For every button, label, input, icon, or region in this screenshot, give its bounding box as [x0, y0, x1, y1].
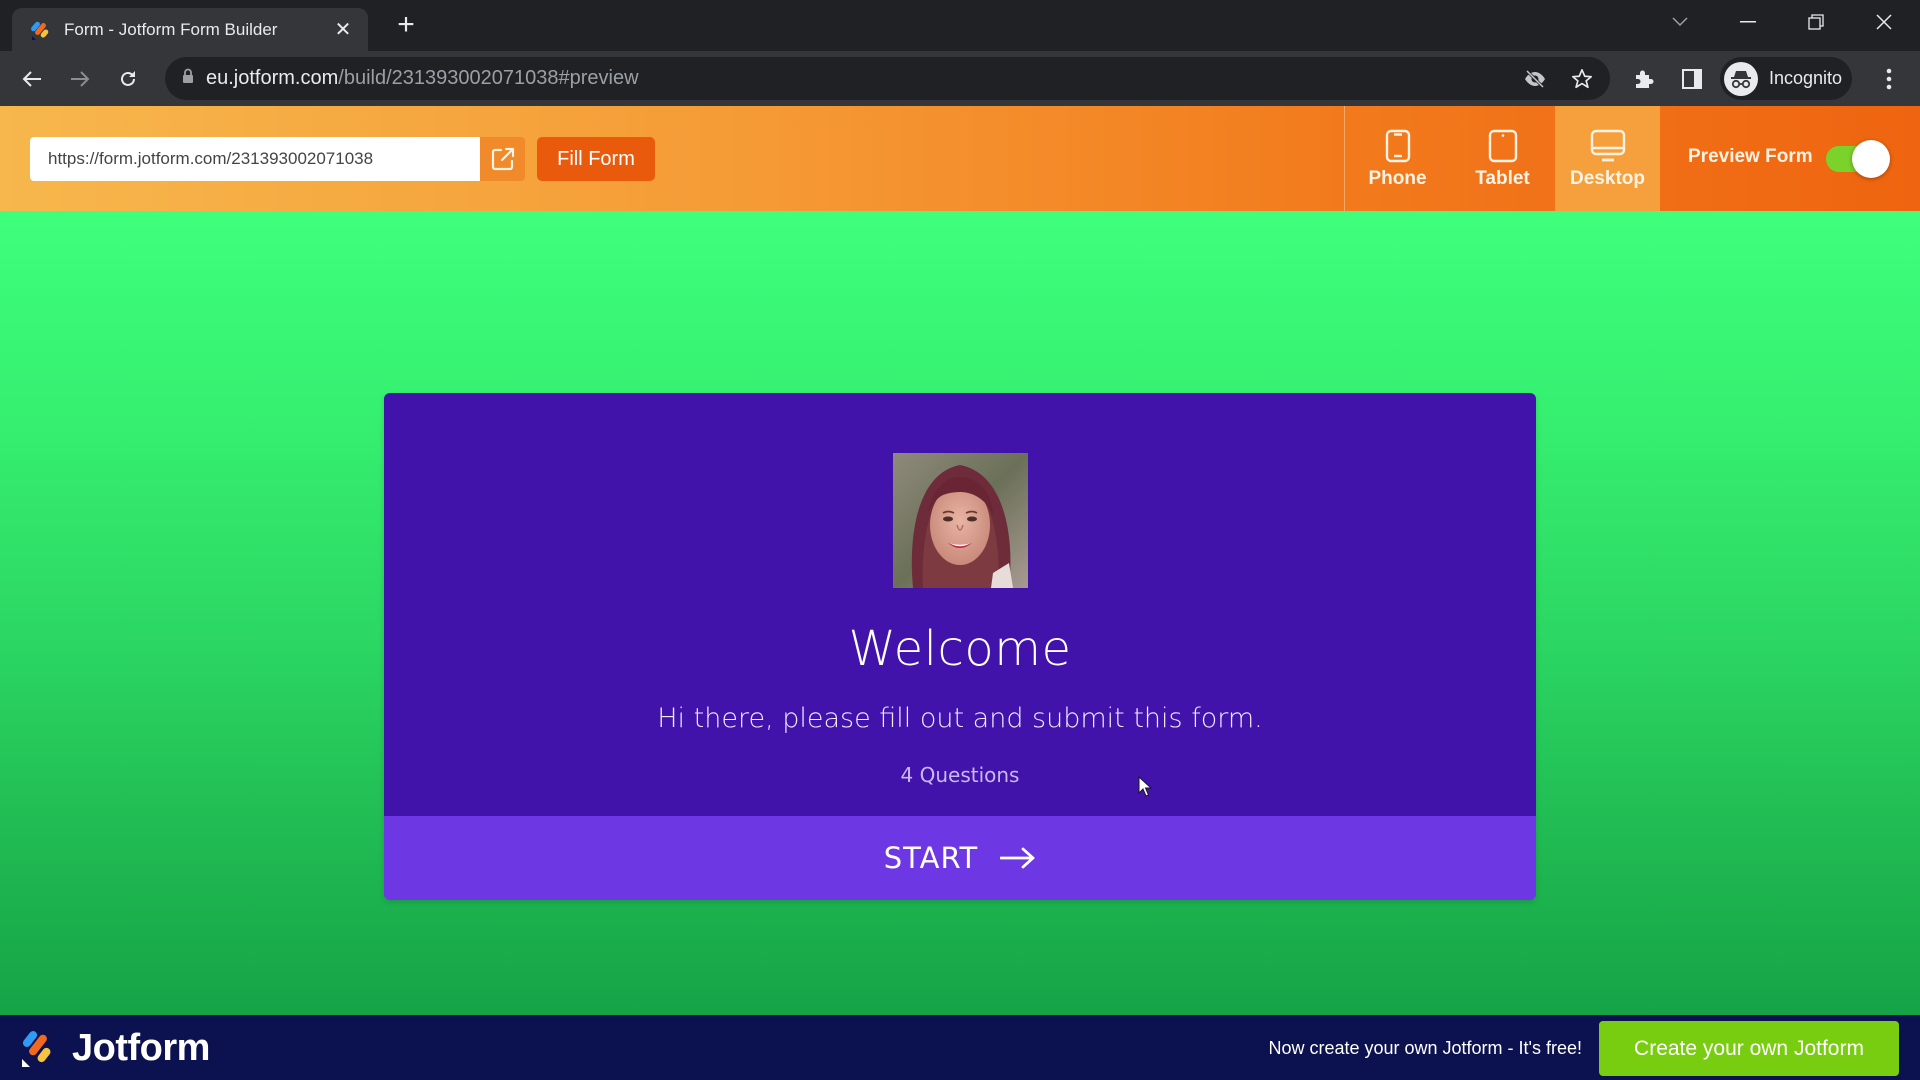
device-label: Phone: [1368, 167, 1427, 189]
device-label: Tablet: [1475, 167, 1530, 189]
jotform-brand[interactable]: Jotform: [72, 1027, 210, 1070]
device-tab-tablet[interactable]: Tablet: [1450, 106, 1555, 211]
close-window-button[interactable]: [1854, 0, 1914, 44]
incognito-label: Incognito: [1769, 68, 1843, 88]
browser-menu-icon[interactable]: [1876, 66, 1902, 92]
reload-button[interactable]: [110, 61, 146, 97]
bookmark-star-icon[interactable]: [1570, 67, 1594, 91]
device-tab-phone[interactable]: Phone: [1345, 106, 1450, 211]
arrow-right-icon: [1000, 847, 1035, 869]
mouse-cursor-icon: [1138, 776, 1152, 797]
form-subtitle: Hi there, please fill out and submit thi…: [657, 703, 1263, 734]
question-count: 4 Questions: [900, 763, 1020, 787]
welcome-avatar-image: [893, 453, 1028, 588]
url-path: /build/231393002071038#preview: [338, 67, 639, 89]
browser-tab-strip: Form - Jotform Form Builder ✕ +: [0, 0, 1920, 51]
incognito-profile-button[interactable]: Incognito: [1720, 57, 1852, 100]
welcome-card: Welcome Hi there, please fill out and su…: [384, 393, 1536, 900]
form-url-input[interactable]: [30, 137, 480, 181]
promo-text: Now create your own Jotform - It's free!: [1268, 1038, 1582, 1058]
incognito-icon: [1724, 61, 1758, 96]
start-button[interactable]: START: [384, 816, 1536, 900]
external-link-icon: [491, 147, 514, 171]
form-canvas: Welcome Hi there, please fill out and su…: [0, 211, 1920, 1015]
jotform-footer: Jotform Now create your own Jotform - It…: [0, 1015, 1920, 1080]
address-url: eu.jotform.com/build/231393002071038#pre…: [206, 67, 639, 90]
device-tab-desktop[interactable]: Desktop: [1555, 106, 1660, 211]
open-form-in-new-tab-button[interactable]: [480, 137, 525, 181]
eye-off-icon[interactable]: [1523, 67, 1547, 91]
tablet-icon: [1488, 128, 1518, 164]
tab-title: Form - Jotform Form Builder: [64, 19, 278, 39]
browser-tab[interactable]: Form - Jotform Form Builder ✕: [12, 8, 368, 51]
phone-icon: [1385, 128, 1411, 164]
side-panel-icon[interactable]: [1679, 66, 1705, 92]
tab-close-icon[interactable]: ✕: [332, 17, 354, 42]
preview-header: Fill Form Phone Tablet Desktop Preview F…: [0, 106, 1920, 211]
tab-search-chevron-icon[interactable]: [1650, 0, 1710, 44]
lock-icon: [182, 68, 194, 89]
address-bar[interactable]: eu.jotform.com/build/231393002071038#pre…: [165, 57, 1610, 100]
jotform-logo-icon: [22, 1031, 51, 1067]
desktop-icon: [1590, 128, 1626, 164]
form-title: Welcome: [848, 621, 1072, 677]
url-host: eu.jotform.com: [206, 67, 339, 89]
browser-toolbar: eu.jotform.com/build/231393002071038#pre…: [0, 51, 1920, 106]
new-tab-button[interactable]: +: [390, 10, 422, 42]
create-your-own-jotform-button[interactable]: Create your own Jotform: [1599, 1021, 1899, 1076]
fill-form-button[interactable]: Fill Form: [537, 137, 655, 181]
welcome-card-body: Welcome Hi there, please fill out and su…: [384, 393, 1536, 816]
extensions-puzzle-icon[interactable]: [1631, 66, 1657, 92]
toggle-knob: [1852, 140, 1890, 178]
forward-button[interactable]: [62, 61, 98, 97]
minimize-button[interactable]: [1718, 0, 1778, 44]
jotform-favicon-icon: [30, 19, 52, 41]
restore-button[interactable]: [1786, 0, 1846, 44]
back-button[interactable]: [14, 61, 50, 97]
preview-form-label: Preview Form: [1688, 146, 1813, 167]
device-label: Desktop: [1570, 167, 1645, 189]
start-label: START: [883, 841, 979, 875]
preview-form-toggle[interactable]: [1826, 140, 1892, 178]
